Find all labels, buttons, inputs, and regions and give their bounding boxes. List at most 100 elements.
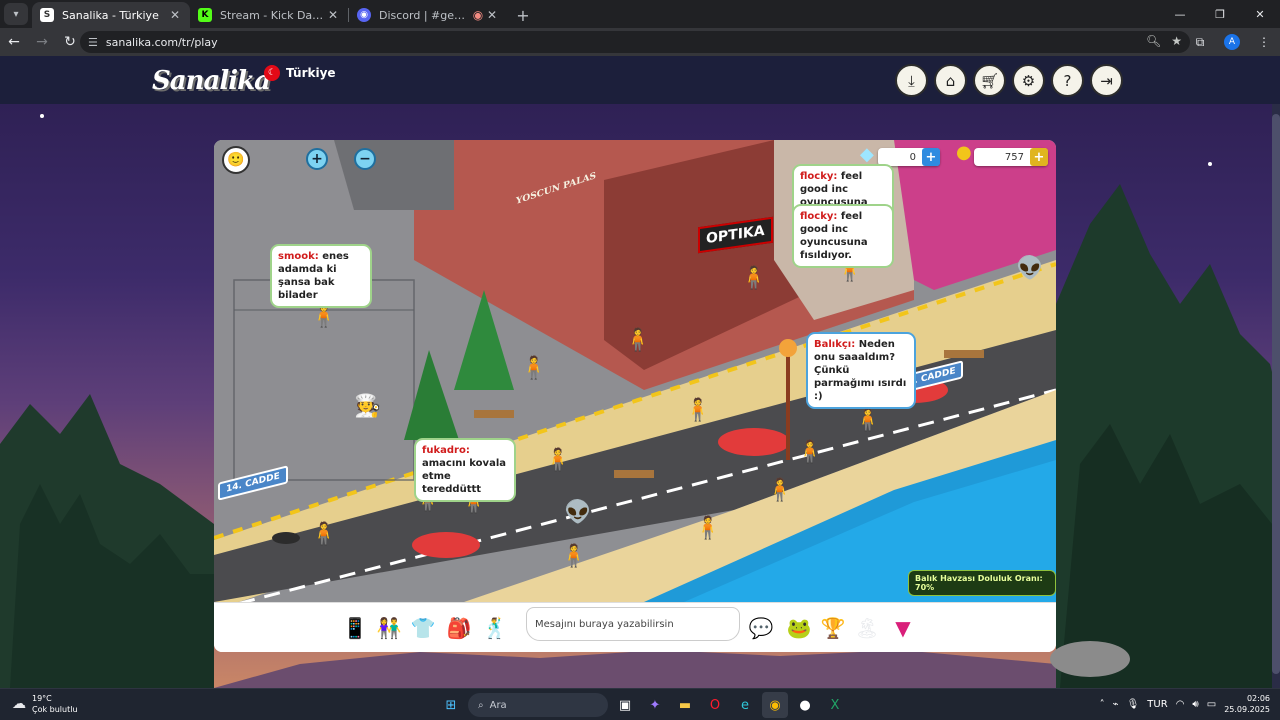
more-menu-icon[interactable]: ▼ xyxy=(888,613,918,643)
close-icon[interactable]: ✕ xyxy=(326,8,340,22)
forward-icon[interactable]: → xyxy=(28,28,56,56)
close-window-icon[interactable]: ✕ xyxy=(1240,0,1280,28)
dance-icon[interactable]: 🕺 xyxy=(480,613,510,643)
site-header: Sanalika ☾ Türkiye ⤓ ⌂ 🛒︎ ⚙ ? ⇥ xyxy=(0,56,1280,104)
clock-time: 02:06 xyxy=(1246,694,1270,703)
obs-icon[interactable]: ● xyxy=(792,692,818,718)
clock-date: 25.09.2025 xyxy=(1224,705,1270,714)
tab-title: Stream - Kick Dashboard xyxy=(220,8,326,22)
player-avatar[interactable]: 🙂 xyxy=(222,146,250,174)
player-character[interactable]: 🧍 xyxy=(310,524,337,546)
cloud-icon: ☁ xyxy=(12,696,26,712)
bag-icon[interactable]: 🎒 xyxy=(444,613,474,643)
edge-icon[interactable]: e xyxy=(732,692,758,718)
profile-avatar[interactable]: A xyxy=(1224,34,1240,50)
url-text: sanalika.com/tr/play xyxy=(105,35,218,49)
player-character[interactable]: 🧍 xyxy=(796,442,823,464)
friends-icon[interactable]: 👫 xyxy=(374,613,404,643)
file-explorer-icon[interactable]: ▬ xyxy=(672,692,698,718)
player-character[interactable]: 🧍 xyxy=(694,518,721,540)
clock[interactable]: 02:06 25.09.2025 xyxy=(1224,693,1270,715)
chat-nick: fukadro: xyxy=(422,445,470,456)
player-character[interactable]: 🧍 xyxy=(560,546,587,568)
game-frame[interactable]: 🙂 + − ◆ 0 + ● 757 + YOSCUN PALAS OPTIKA … xyxy=(214,140,1056,652)
tab-sanalika[interactable]: S Sanalika - Türkiye ✕ xyxy=(32,2,190,28)
region-selector[interactable]: ☾ Türkiye xyxy=(264,65,336,81)
bookmark-star-icon[interactable]: ★ xyxy=(1171,34,1182,48)
volume-icon[interactable]: 🔊︎ xyxy=(1192,699,1198,710)
back-icon[interactable]: ← xyxy=(0,28,28,56)
logout-icon[interactable]: ⇥ xyxy=(1090,64,1123,97)
chat-bubbles-icon[interactable]: 💬 xyxy=(746,613,776,643)
taskbar-search[interactable]: ⌕ Ara xyxy=(468,693,608,717)
zoom-icon[interactable]: 🔍︎ xyxy=(1146,34,1161,48)
excel-icon[interactable]: X xyxy=(822,692,848,718)
new-tab-button[interactable]: + xyxy=(511,3,535,27)
minimize-icon[interactable]: — xyxy=(1160,0,1200,28)
wifi-icon[interactable]: ◠ xyxy=(1176,699,1185,710)
game-toolbar: 📱 👫 👕 🎒 🕺 💬 🐸 🏆 🏝 ▼ xyxy=(214,602,1056,652)
tab-title: Discord | #genel | Durum B xyxy=(379,8,471,22)
maximize-icon[interactable]: ❐ xyxy=(1200,0,1240,28)
chat-nick: Balıkçı: xyxy=(814,339,856,350)
tab-search-button[interactable]: ▾ xyxy=(4,3,28,25)
player-character[interactable]: 🧍 xyxy=(854,410,881,432)
close-icon[interactable]: ✕ xyxy=(485,8,499,22)
pet-icon[interactable]: 🐸 xyxy=(784,613,814,643)
chrome-icon[interactable]: ◉ xyxy=(762,692,788,718)
menu-icon[interactable]: ⋮ xyxy=(1248,28,1280,56)
chat-nick: smook: xyxy=(278,251,319,262)
add-diamonds-button[interactable]: + xyxy=(922,148,940,166)
player-character[interactable]: 🧍 xyxy=(310,306,337,328)
page-scrollbar[interactable] xyxy=(1272,104,1280,688)
weather-widget[interactable]: ☁ 19°C Çok bulutlu xyxy=(12,693,78,715)
battery-icon[interactable]: ▭ xyxy=(1207,699,1216,710)
extensions-icon[interactable]: ⧉ xyxy=(1184,28,1216,56)
island-icon[interactable]: 🏝 xyxy=(852,613,882,643)
chat-bubble: flocky: feel good inc oyuncusuna fısıldı… xyxy=(792,204,894,268)
zoom-out-button[interactable]: − xyxy=(354,148,376,170)
settings-icon[interactable]: ⚙ xyxy=(1012,64,1045,97)
turkey-flag-icon: ☾ xyxy=(264,65,280,81)
tab-discord[interactable]: ◉ Discord | #genel | Durum B ◉ ✕ xyxy=(349,2,507,28)
language-indicator[interactable]: TUR xyxy=(1147,699,1167,710)
player-character[interactable]: 👽 xyxy=(1016,258,1043,280)
player-character[interactable]: 🧍 xyxy=(684,400,711,422)
opera-icon[interactable]: O xyxy=(702,692,728,718)
wardrobe-icon[interactable]: 👕 xyxy=(408,613,438,643)
chevron-up-icon[interactable]: ˄ xyxy=(1100,699,1105,710)
player-character[interactable]: 👽 xyxy=(564,502,591,524)
windows-start-icon[interactable]: ⊞ xyxy=(438,692,464,718)
help-icon[interactable]: ? xyxy=(1051,64,1084,97)
address-bar[interactable]: ☰ sanalika.com/tr/play 🔍︎ ★ xyxy=(80,31,1190,53)
browser-tab-bar: ▾ S Sanalika - Türkiye ✕ K Stream - Kick… xyxy=(0,0,1280,28)
network-icon[interactable]: ⌁ xyxy=(1113,699,1119,710)
microphone-icon[interactable]: 🎙︎ xyxy=(1127,699,1140,710)
player-character[interactable]: 🧍 xyxy=(766,480,793,502)
home-icon[interactable]: ⌂ xyxy=(934,64,967,97)
copilot-icon[interactable]: ✦ xyxy=(642,692,668,718)
chat-text: amacını kovala etme tereddüttt xyxy=(422,458,506,495)
player-character[interactable]: 🧍 xyxy=(740,268,767,290)
site-nav: ⤓ ⌂ 🛒︎ ⚙ ? ⇥ xyxy=(895,64,1123,97)
tab-kick[interactable]: K Stream - Kick Dashboard ✕ xyxy=(190,2,348,28)
player-character[interactable]: 🧍 xyxy=(520,358,547,380)
zoom-in-button[interactable]: + xyxy=(306,148,328,170)
chat-input[interactable] xyxy=(526,607,740,641)
player-character[interactable]: 🧍 xyxy=(544,450,571,472)
weather-desc: Çok bulutlu xyxy=(32,705,78,714)
sanalika-logo[interactable]: Sanalika xyxy=(152,66,271,96)
phone-icon[interactable]: 📱 xyxy=(340,613,370,643)
close-icon[interactable]: ✕ xyxy=(168,8,182,22)
task-view-icon[interactable]: ▣ xyxy=(612,692,638,718)
window-controls: — ❐ ✕ xyxy=(1160,0,1280,28)
player-character[interactable]: 🧑‍🍳 xyxy=(354,396,381,418)
download-icon[interactable]: ⤓ xyxy=(895,64,928,97)
recording-icon: ◉ xyxy=(472,8,484,22)
player-character[interactable]: 🧍 xyxy=(624,330,651,352)
add-coins-button[interactable]: + xyxy=(1030,148,1048,166)
site-info-icon[interactable]: ☰ xyxy=(88,36,98,49)
trophy-icon[interactable]: 🏆 xyxy=(818,613,848,643)
coin-icon: ● xyxy=(956,142,972,163)
cart-icon[interactable]: 🛒︎ xyxy=(973,64,1006,97)
